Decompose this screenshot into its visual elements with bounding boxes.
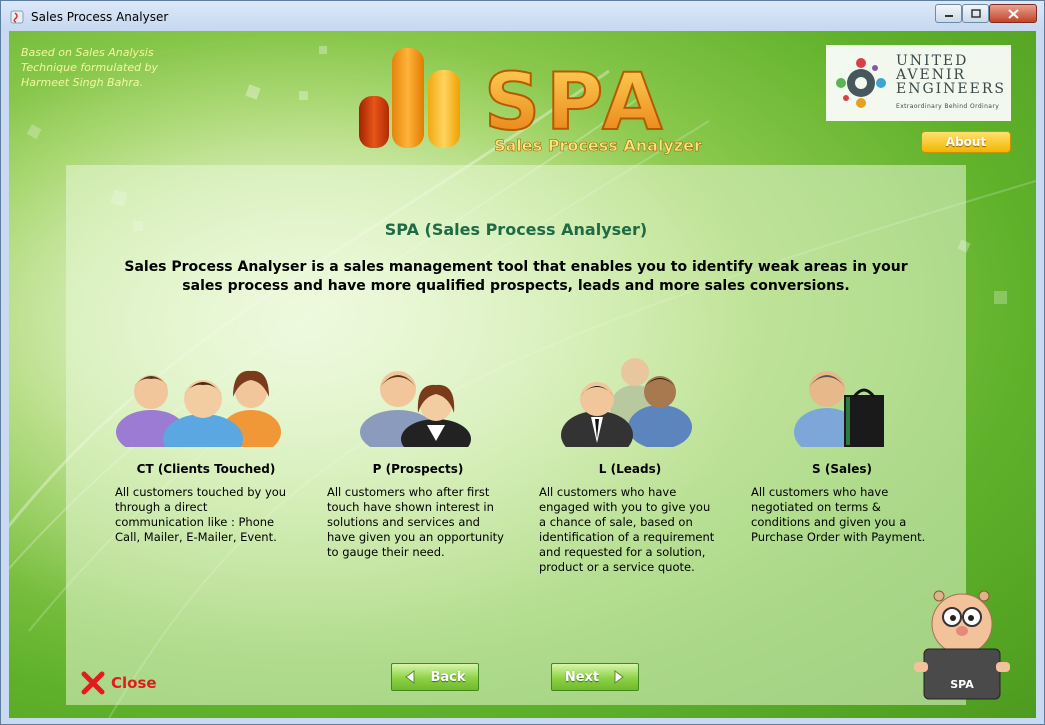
logo-subtitle: Sales Process Analyzer (494, 136, 702, 155)
main-content: Based on Sales Analysis Technique formul… (9, 31, 1036, 718)
card-label: CT (Clients Touched) (136, 462, 276, 476)
clients-group-icon (116, 370, 281, 447)
back-label: Back (430, 669, 466, 685)
app-icon (10, 10, 24, 24)
leads-icon (561, 358, 692, 447)
close-label: Close (111, 674, 157, 692)
back-button[interactable]: Back (391, 663, 479, 691)
close-x-icon (81, 671, 105, 695)
mascot-icon: SPA (914, 590, 1010, 700)
card-description: All customers who after first touch have… (327, 485, 504, 559)
company-name: United Avenir Engineers (896, 54, 1006, 96)
window-close-button[interactable] (989, 4, 1037, 23)
intro-text: Sales Process Analyser is a sales manage… (124, 259, 908, 294)
credit-line: Technique formulated by (21, 61, 159, 74)
maximize-button[interactable] (962, 4, 989, 23)
credit-text: Based on Sales Analysis Technique formul… (21, 45, 158, 90)
info-panel: SPA (Sales Process Analyser) Sales Proce… (66, 165, 966, 705)
mascot-label: SPA (950, 678, 974, 691)
credit-line: Harmeet Singh Bahra. (21, 76, 144, 89)
close-button[interactable]: Close (81, 671, 157, 695)
next-arrow-icon (614, 670, 624, 684)
back-arrow-icon (405, 670, 415, 684)
panel-title: SPA (Sales Process Analyser) (384, 220, 648, 239)
title-bar[interactable]: Sales Process Analyser (1, 1, 1044, 31)
window-close-icon (1007, 8, 1019, 19)
card-label: L (Leads) (598, 462, 662, 476)
company-logo: United Avenir Engineers Extraordinary Be… (826, 45, 1011, 121)
maximize-icon (970, 9, 981, 18)
next-label: Next (564, 669, 600, 685)
company-name-line: Engineers (896, 81, 1007, 97)
card-label: P (Prospects) (372, 462, 464, 476)
window-title: Sales Process Analyser (31, 10, 169, 24)
minimize-button[interactable] (935, 4, 962, 23)
credit-line: Based on Sales Analysis (21, 46, 154, 59)
spa-logo: SPA Sales Process Analyzer (359, 48, 702, 155)
logo-letters: SPA (484, 58, 669, 148)
sales-icon (794, 371, 884, 447)
app-window: Sales Process Analyser Based on Sales An… (0, 0, 1045, 725)
card-description: All customers who have engaged with you … (539, 485, 715, 574)
company-logo-icon (836, 58, 886, 108)
about-button[interactable]: About (921, 131, 1011, 153)
company-name-line: United (896, 53, 969, 69)
company-name-line: Avenir (896, 67, 967, 83)
card-description: All customers who have negotiated on ter… (751, 485, 926, 544)
card-label: S (Sales) (812, 462, 872, 476)
card-description: All customers touched by you through a d… (115, 485, 287, 544)
prospects-icon (360, 371, 471, 447)
next-button[interactable]: Next (551, 663, 639, 691)
minimize-icon (944, 14, 953, 17)
company-tagline: Extraordinary Behind Ordinary (896, 103, 1000, 110)
